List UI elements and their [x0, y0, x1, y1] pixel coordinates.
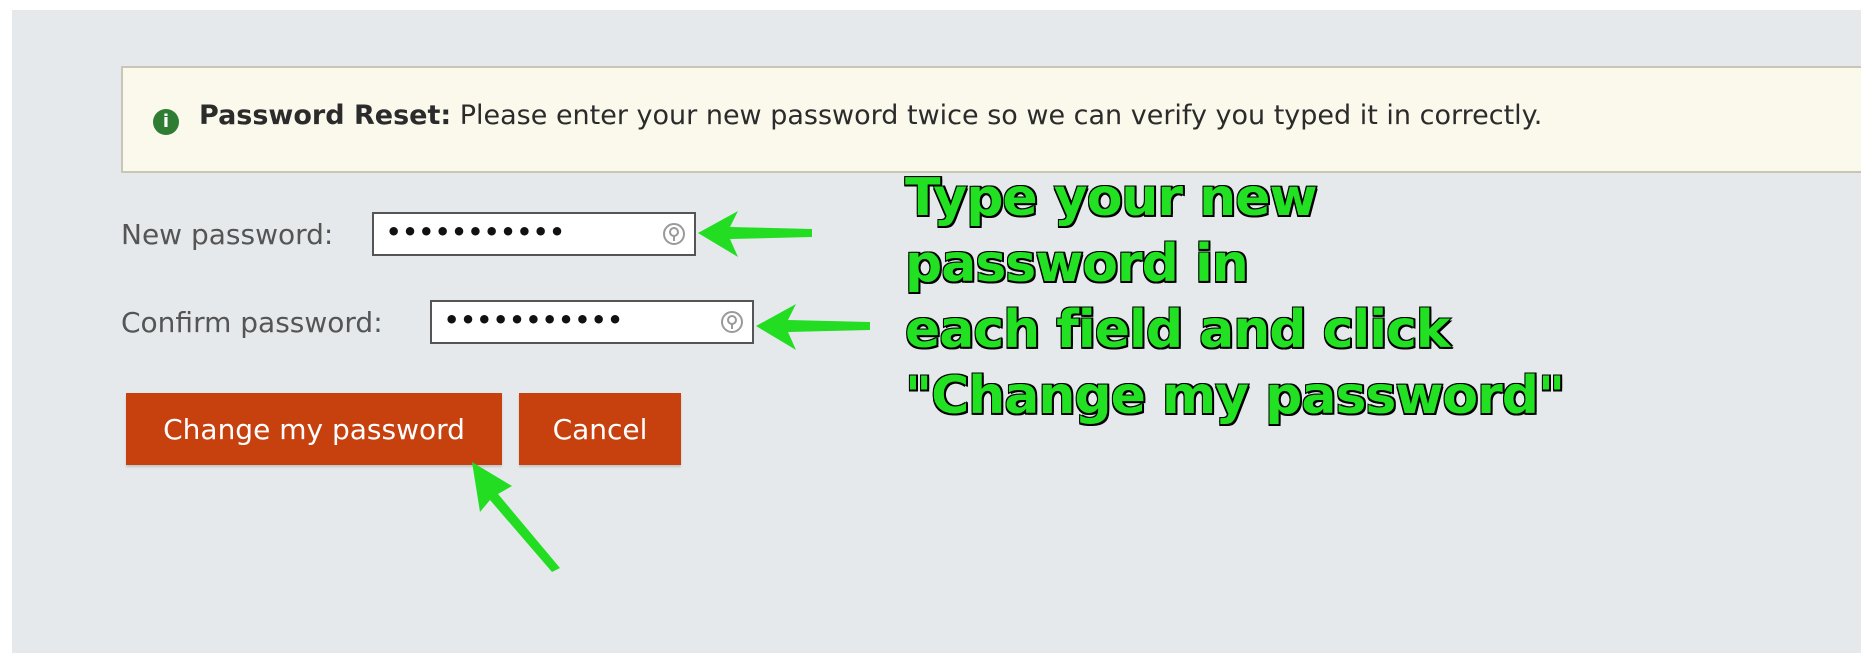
annotation-line: "Change my password": [904, 365, 1566, 427]
info-icon: i: [153, 109, 179, 135]
confirm-password-value: •••••••••••: [444, 306, 624, 334]
confirm-password-field[interactable]: •••••••••••: [430, 300, 754, 344]
password-reveal-icon[interactable]: [660, 220, 688, 248]
green-arrow-icon: [698, 211, 812, 257]
instruction-annotation: Type your new password in each field and…: [904, 165, 1605, 429]
annotation-line: password in: [904, 233, 1250, 295]
change-password-button[interactable]: Change my password: [126, 393, 502, 465]
new-password-label: New password:: [121, 218, 334, 251]
new-password-field[interactable]: •••••••••••: [372, 212, 696, 256]
annotation-line: each field and click: [904, 299, 1451, 361]
annotation-line: Type your new: [904, 167, 1319, 229]
notice-text: Password Reset: Please enter your new pa…: [199, 100, 1542, 131]
green-arrow-icon: [756, 304, 870, 350]
password-reveal-icon[interactable]: [718, 308, 746, 336]
notice-title: Password Reset:: [199, 100, 452, 131]
green-arrow-icon: [472, 462, 560, 572]
confirm-password-label: Confirm password:: [121, 306, 383, 339]
notice-message: Please enter your new password twice so …: [451, 100, 1543, 131]
password-reset-notice: i Password Reset: Please enter your new …: [121, 66, 1861, 173]
cancel-button[interactable]: Cancel: [519, 393, 681, 465]
new-password-value: •••••••••••: [386, 218, 566, 246]
